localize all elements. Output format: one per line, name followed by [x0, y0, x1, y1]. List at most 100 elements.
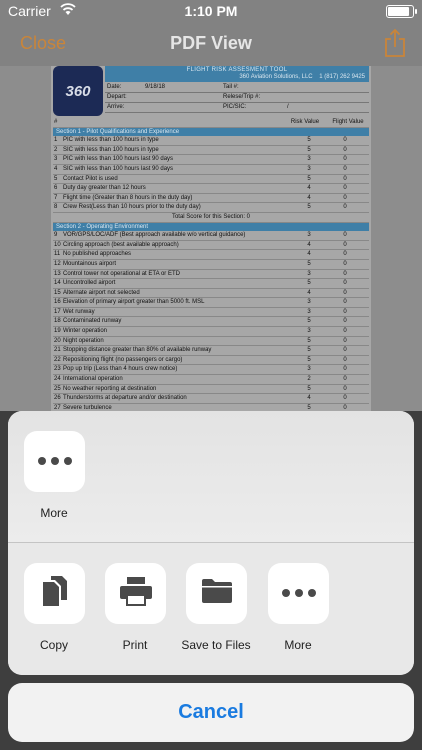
row-flight-value: 0: [343, 156, 347, 163]
table-row: 5 Contact Pilot is used 5 0: [53, 175, 369, 185]
share-icon[interactable]: [384, 28, 406, 63]
pdf-viewer[interactable]: 360 FLIGHT RISK ASSESMENT TOOL 360 Aviat…: [0, 66, 422, 411]
row-description: Stopping distance greater than 80% of av…: [63, 347, 212, 354]
row-description: Winter operation: [63, 328, 108, 335]
cancel-button[interactable]: Cancel: [8, 683, 414, 742]
row-risk-value: 5: [307, 337, 311, 344]
row-description: Alternate airport not selected: [63, 289, 140, 296]
row-flight-value: 0: [343, 260, 347, 267]
col-number-header: #: [54, 119, 58, 125]
row-description: Circling approach (best available approa…: [63, 241, 179, 248]
date-value: 9/18/18: [145, 84, 166, 90]
row-risk-value: 5: [307, 356, 311, 363]
row-risk-value: 3: [307, 299, 311, 306]
save-to-files-button[interactable]: [186, 563, 247, 624]
row-risk-value: 5: [307, 280, 311, 287]
row-risk-value: 5: [307, 260, 311, 267]
copy-label: Copy: [39, 638, 68, 652]
section-title: Section 2 - Operating Environment: [56, 223, 149, 230]
row-number: 20: [54, 337, 61, 344]
company-logo: 360: [53, 66, 103, 116]
row-description: Pop up trip (Less than 4 hours crew noti…: [63, 366, 178, 373]
table-row: 23 Pop up trip (Less than 4 hours crew no…: [53, 365, 369, 376]
table-row: 10 Circling approach (best available appr…: [53, 241, 369, 251]
row-number: 6: [54, 185, 58, 192]
copy-button[interactable]: [24, 563, 85, 624]
copy-icon: [40, 574, 70, 613]
table-row: 16 Elevation of primary airport greater t…: [53, 298, 369, 308]
row-risk-value: 5: [307, 204, 311, 211]
more-icon: [37, 453, 73, 471]
row-number: 9: [54, 232, 58, 239]
table-row: 17 Wet runway 3 0: [53, 308, 369, 318]
row-flight-value: 0: [343, 337, 347, 344]
row-number: 15: [54, 289, 61, 296]
pdf-page: 360 FLIGHT RISK ASSESMENT TOOL 360 Aviat…: [51, 66, 371, 411]
table-row: 1 PIC with less than 100 hours in type 5 0: [53, 136, 369, 146]
row-number: 25: [54, 385, 61, 392]
row-flight-value: 0: [343, 299, 347, 306]
pic-value: /: [287, 104, 289, 110]
battery-icon: [386, 5, 417, 18]
row-description: Mountainous airport: [63, 260, 117, 267]
table-row: 19 Winter operation 3 0: [53, 327, 369, 337]
tool-title-bar: FLIGHT RISK ASSESMENT TOOL 360 Aviation …: [105, 66, 369, 82]
row-description: Night operation: [63, 337, 104, 344]
row-flight-value: 0: [343, 366, 347, 373]
row-risk-value: 5: [307, 175, 311, 182]
tool-title: FLIGHT RISK ASSESMENT TOOL: [186, 67, 288, 73]
table-row: 15 Alternate airport not selected 4 0: [53, 289, 369, 299]
table-row: 22 Repositioning flight (no passengers or…: [53, 356, 369, 366]
row-description: Crew Rest(Less than 10 hours prior to th…: [63, 204, 201, 211]
row-number: 23: [54, 366, 61, 373]
row-flight-value: 0: [343, 347, 347, 354]
row-description: Elevation of primary airport greater tha…: [63, 299, 205, 306]
row-flight-value: 0: [343, 376, 347, 383]
row-description: Duty day greater than 12 hours: [63, 185, 146, 192]
table-row: 20 Night operation 5 0: [53, 337, 369, 347]
row-number: 21: [54, 347, 61, 354]
row-risk-value: 5: [307, 137, 311, 144]
table-row: 25 No weather reporting at destination 5 0: [53, 385, 369, 395]
company-phone: 1 (817) 262 9425: [319, 74, 365, 80]
row-flight-value: 0: [343, 280, 347, 287]
row-risk-value: 5: [307, 347, 311, 354]
company-name: 360 Aviation Solutions, LLC: [239, 74, 313, 80]
table-row: 21 Stopping distance greater than 80% of …: [53, 346, 369, 356]
row-description: SIC with less than 100 hours last 90 day…: [63, 165, 174, 172]
table-row: 3 PIC with less than 100 hours last 90 da…: [53, 155, 369, 165]
status-time: 1:10 PM: [184, 3, 238, 19]
table-row: 2 SIC with less than 100 hours in type 5 0: [53, 146, 369, 156]
row-risk-value: 4: [307, 251, 311, 258]
row-risk-value: 2: [307, 376, 311, 383]
arrive-label: Arrive:: [107, 104, 125, 110]
row-flight-value: 0: [343, 395, 347, 402]
table-row: 27 Severe turbulence 5 0: [53, 404, 369, 411]
table-row: 4 SIC with less than 100 hours last 90 da…: [53, 165, 369, 175]
flight-info-grid: Date: 9/18/18 Tail #: Depart: Relese/Trip #…: [105, 83, 369, 113]
row-flight-value: 0: [343, 146, 347, 153]
row-flight-value: 0: [343, 404, 347, 411]
row-description: Uncontrolled airport: [63, 280, 116, 287]
row-risk-value: 5: [307, 318, 311, 325]
more-icon: [281, 585, 317, 603]
pic-label: PIC/SIC:: [223, 104, 247, 110]
row-flight-value: 0: [343, 204, 347, 211]
section-header: Section 2 - Operating Environment: [53, 222, 369, 232]
more-apps-button[interactable]: [24, 431, 85, 492]
tail-label: Tail #:: [223, 84, 239, 90]
row-risk-value: 3: [307, 165, 311, 172]
share-sheet-apps-row: More: [8, 411, 414, 543]
save-to-files-label: Save to Files: [181, 638, 251, 652]
table-row: 11 No published approaches 4 0: [53, 250, 369, 260]
row-number: 13: [54, 270, 61, 277]
row-number: 12: [54, 260, 61, 267]
more-actions-button[interactable]: [268, 563, 329, 624]
risk-table: # Risk Value Flight Value Section 1 - Pi…: [53, 118, 369, 411]
folder-icon: [201, 578, 233, 609]
row-description: Flight time (Greater than 8 hours in the…: [63, 194, 193, 201]
row-number: 1: [54, 137, 58, 144]
print-button[interactable]: [105, 563, 166, 624]
row-number: 11: [54, 251, 61, 258]
row-description: Wet runway: [63, 308, 95, 315]
